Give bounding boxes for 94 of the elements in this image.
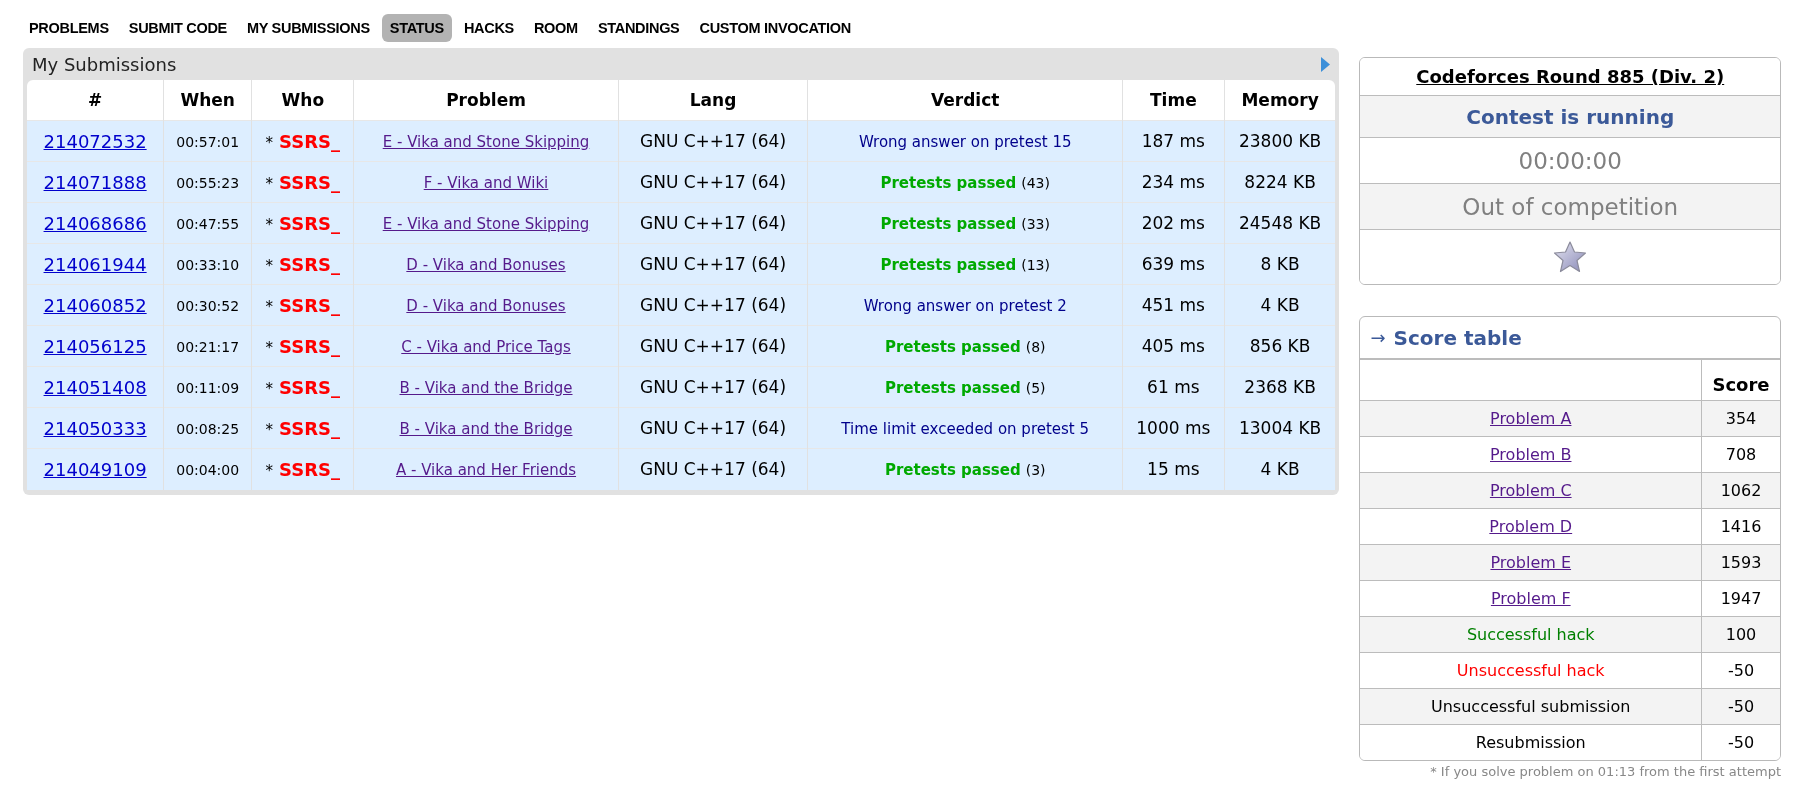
problem-link[interactable]: A - Vika and Her Friends (395, 461, 577, 480)
submission-link[interactable]: 214068686 (43, 212, 147, 234)
column-header: Score (1712, 372, 1770, 395)
problem-link[interactable]: B - Vika and the Bridge (399, 379, 573, 397)
test-count: (5) (1025, 380, 1046, 396)
test-count: (33) (1021, 216, 1050, 232)
score-value: 100 (1725, 625, 1757, 644)
verdict-text: Pretests passed (884, 461, 1021, 480)
score-label: Successful hack (1466, 625, 1595, 644)
nav-tab[interactable]: MY SUBMISSIONS (239, 14, 378, 42)
star-mark: * (265, 420, 274, 439)
submission-time: 00:30:52 (176, 298, 240, 314)
test-count: (8) (1025, 339, 1046, 355)
nav-tab[interactable]: STATUS (381, 14, 452, 42)
score-label: Unsuccessful submission (1431, 697, 1631, 716)
problem-link[interactable]: Problem A (1490, 409, 1572, 428)
test-count: (43) (1021, 175, 1050, 191)
verdict-text: Wrong answer on pretest 15 (858, 133, 1072, 151)
problem-link[interactable]: F - Vika and Wiki (423, 174, 549, 192)
verdict-text: Pretests passed (880, 256, 1017, 274)
submission-link[interactable]: 214072532 (43, 130, 147, 152)
contest-title[interactable]: Codeforces Round 885 (Div. 2) (1416, 66, 1725, 87)
star-mark: * (265, 461, 274, 480)
star-mark: * (265, 297, 274, 316)
nav-tab[interactable]: PROBLEMS (21, 14, 117, 42)
submission-link[interactable]: 214056125 (43, 335, 147, 357)
score-value: -50 (1727, 661, 1755, 680)
score-value: 708 (1725, 445, 1757, 464)
star-mark: * (265, 338, 274, 357)
nav-tab[interactable]: SUBMIT CODE (120, 14, 235, 42)
submission-time: 00:47:55 (176, 216, 240, 232)
submission-link[interactable]: 214061944 (43, 253, 147, 275)
star-mark: * (265, 256, 274, 275)
contest-status: Contest is running (1466, 104, 1675, 129)
score-value: -50 (1727, 697, 1755, 716)
verdict-text: Pretests passed (884, 338, 1021, 356)
score-label: Resubmission (1475, 733, 1586, 752)
footnote: * If you solve problem on 01:13 from the first attempt (1429, 764, 1781, 779)
submission-link[interactable]: 214051408 (43, 376, 147, 398)
score-label: Unsuccessful hack (1456, 661, 1605, 680)
submission-time: 00:21:17 (176, 339, 240, 355)
submission-link[interactable]: 214049109 (43, 458, 147, 480)
verdict-text: Pretests passed (880, 215, 1017, 233)
nav-tab[interactable]: HACKS (455, 14, 522, 42)
submission-time: 00:55:23 (176, 175, 240, 191)
star-mark: * (265, 133, 274, 152)
countdown-timer: 00:00:00 (1518, 147, 1622, 174)
problem-link[interactable]: Problem C (1489, 481, 1572, 500)
table-cell: 4 KB (1224, 448, 1336, 490)
nav-tab[interactable]: STANDINGS (589, 14, 688, 42)
problem-link[interactable]: D - Vika and Bonuses (406, 256, 566, 274)
score-value: 1947 (1720, 589, 1762, 608)
submission-time: 00:57:01 (176, 134, 240, 150)
participation-status: Out of competition (1462, 193, 1679, 220)
problem-link[interactable]: Problem E (1490, 553, 1572, 572)
submission-time: 00:11:09 (176, 380, 240, 396)
nav-tab[interactable]: ROOM (525, 14, 586, 42)
verdict-text: Pretests passed (884, 379, 1021, 397)
problem-link[interactable]: Problem D (1489, 517, 1573, 536)
problem-link[interactable]: C - Vika and Price Tags (401, 338, 571, 356)
table-cell: 15 ms (1122, 448, 1225, 490)
problem-link[interactable]: D - Vika and Bonuses (406, 297, 566, 315)
problem-link[interactable]: B - Vika and the Bridge (399, 420, 573, 438)
submission-time: 00:04:00 (176, 462, 240, 479)
panel-title: My Submissions (32, 53, 177, 75)
test-count: (3) (1025, 462, 1046, 479)
star-mark: * (265, 215, 274, 234)
problem-link[interactable]: Problem B (1490, 445, 1572, 464)
column-header: # (27, 80, 164, 121)
star-icon[interactable] (1552, 240, 1589, 274)
table-cell: GNU C++17 (64) (618, 448, 808, 490)
verdict-text: Pretests passed (880, 174, 1017, 192)
submission-time: 00:33:10 (176, 257, 240, 273)
score-value: -50 (1727, 733, 1755, 752)
score-value: 1416 (1720, 517, 1762, 536)
problem-link[interactable]: E - Vika and Stone Skipping (382, 215, 590, 233)
nav-tab[interactable]: CUSTOM INVOCATION (691, 14, 859, 42)
score-table-title: Score table (1393, 325, 1522, 350)
problem-link[interactable]: E - Vika and Stone Skipping (382, 133, 590, 151)
arrow-text: → (1370, 327, 1386, 348)
score-value: 1593 (1720, 553, 1762, 572)
star-mark: * (265, 174, 274, 193)
triangle-right-icon[interactable] (1320, 55, 1332, 73)
star-mark: * (265, 379, 274, 398)
score-value: 354 (1725, 409, 1757, 428)
score-value: 1062 (1720, 481, 1762, 500)
submission-time: 00:08:25 (176, 421, 240, 437)
verdict-text: Wrong answer on pretest 2 (863, 297, 1067, 315)
problem-link[interactable]: Problem F (1490, 589, 1571, 608)
submission-link[interactable]: 214050333 (43, 417, 147, 439)
test-count: (13) (1021, 257, 1050, 273)
submission-link[interactable]: 214071888 (43, 171, 147, 193)
submission-link[interactable]: 214060852 (43, 294, 147, 316)
verdict-text: Time limit exceeded on pretest 5 (841, 420, 1090, 438)
